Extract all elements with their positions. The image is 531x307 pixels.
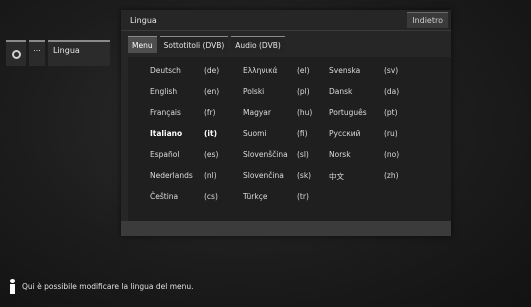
tab-menu[interactable]: Menu: [128, 36, 157, 53]
language-code: (da): [384, 87, 400, 96]
language-name: Español: [150, 150, 180, 159]
language-code: (nl): [204, 171, 217, 180]
language-name: Türkçe: [243, 192, 268, 201]
tab-audio[interactable]: Audio (DVB): [231, 36, 285, 53]
language-code: (fi): [297, 129, 308, 138]
language-code: (sl): [297, 150, 309, 159]
language-name: Français: [150, 108, 181, 117]
language-code: (el): [297, 66, 310, 75]
language-name: Dansk: [329, 87, 353, 96]
language-name: Slovenščina: [243, 150, 288, 159]
dialog-title: Lingua: [130, 15, 157, 25]
language-name: Magyar: [243, 108, 271, 117]
language-name: Čeština: [150, 192, 179, 201]
dialog-footer: [121, 221, 451, 236]
language-code: (en): [204, 87, 220, 96]
language-name: 中文: [329, 172, 344, 181]
language-code: (ru): [384, 129, 398, 138]
language-code: (sv): [384, 66, 399, 75]
gear-icon: [11, 49, 21, 59]
language-code: (hu): [297, 108, 313, 117]
language-name: Slovenčina: [243, 171, 284, 180]
language-code: (tr): [297, 192, 309, 201]
language-grid: Deutsch (de) English (en) Français (fr) …: [128, 57, 451, 221]
language-code: (sk): [297, 171, 312, 180]
language-name: Ελληνικά: [243, 66, 278, 75]
language-name: Svenska: [329, 66, 361, 75]
language-code: (pl): [297, 87, 310, 96]
breadcrumb-ellipsis[interactable]: ...: [29, 40, 45, 66]
language-name: Русский: [329, 129, 361, 138]
info-text: Qui è possibile modificare la lingua del…: [22, 282, 194, 291]
info-bar: Qui è possibile modificare la lingua del…: [8, 279, 194, 294]
language-code: (fr): [204, 108, 216, 117]
back-button[interactable]: Indietro: [407, 12, 448, 28]
info-icon: [8, 279, 17, 294]
dialog-header: Lingua Indietro: [121, 10, 451, 31]
language-code: (de): [204, 66, 220, 75]
language-code: (cs): [204, 192, 218, 201]
language-name: English: [150, 87, 178, 96]
breadcrumb: ... Lingua: [6, 40, 110, 66]
breadcrumb-settings[interactable]: [6, 40, 26, 66]
tab-subtitles[interactable]: Sottotitoli (DVB): [159, 36, 229, 53]
language-name: Suomi: [243, 129, 267, 138]
language-dialog: Lingua Indietro Menu Sottotitoli (DVB) A…: [121, 10, 451, 236]
language-code: (it): [204, 129, 218, 138]
language-name: Norsk: [329, 150, 351, 159]
breadcrumb-lingua[interactable]: Lingua: [48, 40, 110, 66]
language-code: (no): [384, 150, 400, 159]
language-name: Nederlands: [150, 171, 193, 180]
language-name: Italiano: [150, 129, 183, 138]
language-code: (es): [204, 150, 219, 159]
language-name: Português: [329, 108, 367, 117]
tab-bar: Menu Sottotitoli (DVB) Audio (DVB): [128, 36, 285, 53]
language-code: (pt): [384, 108, 398, 117]
language-name: Deutsch: [150, 66, 181, 75]
language-name: Polski: [243, 87, 265, 96]
language-code: (zh): [384, 171, 399, 180]
